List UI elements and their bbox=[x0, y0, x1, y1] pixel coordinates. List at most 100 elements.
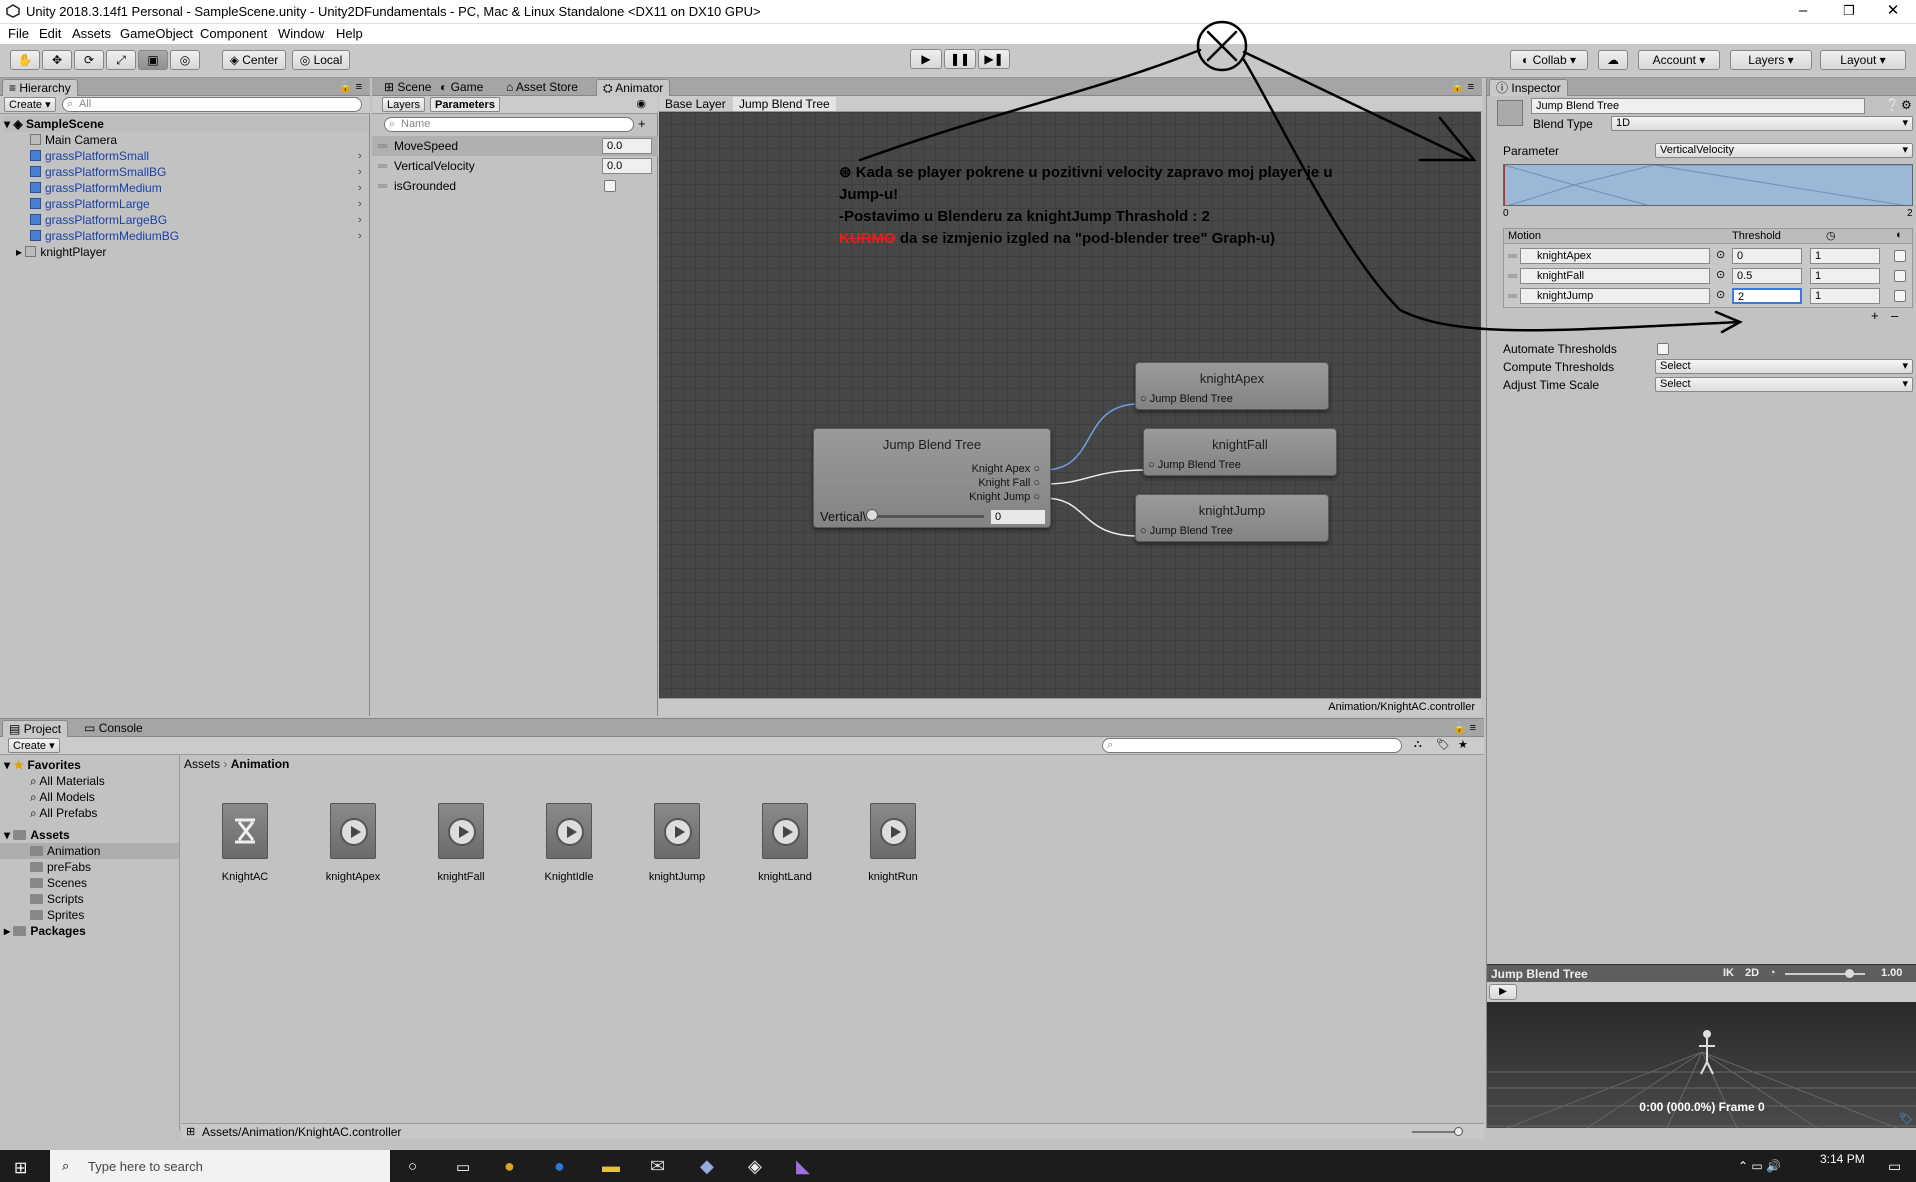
drag-handle-icon[interactable]: ═ bbox=[378, 158, 387, 173]
chrome-icon[interactable]: ● bbox=[504, 1156, 515, 1177]
hierarchy-item-prefab[interactable]: grassPlatformLarge bbox=[30, 196, 150, 212]
hierarchy-item-knight-player[interactable]: ▸ knightPlayer bbox=[16, 244, 106, 260]
mail-icon[interactable]: ✉ bbox=[650, 1156, 665, 1177]
object-picker-icon[interactable]: ⊙ bbox=[1716, 248, 1725, 261]
parameter-row[interactable]: ═ VerticalVelocity 0.0 bbox=[372, 156, 658, 176]
threshold-field[interactable]: 0 bbox=[1732, 248, 1802, 264]
menu-gameobject[interactable]: GameObject bbox=[120, 26, 193, 41]
pause-button[interactable]: ❚❚ bbox=[944, 49, 976, 69]
tab-game[interactable]: ◐ Game bbox=[434, 79, 489, 96]
hierarchy-item-prefab[interactable]: grassPlatformLargeBG bbox=[30, 212, 167, 228]
drag-handle-icon[interactable]: ═ bbox=[378, 178, 387, 193]
favorite-star-icon[interactable]: ★ bbox=[1458, 738, 1468, 751]
blend-tree-node[interactable]: Jump Blend Tree Knight Apex ○ Knight Fal… bbox=[813, 428, 1051, 528]
motion-node-knight-apex[interactable]: knightApex ○ Jump Blend Tree bbox=[1135, 362, 1329, 410]
app-icon[interactable]: ◆ bbox=[700, 1156, 714, 1177]
parameter-bool-checkbox[interactable] bbox=[604, 180, 616, 192]
mirror-checkbox[interactable] bbox=[1894, 250, 1906, 262]
threshold-field[interactable]: 2 bbox=[1732, 288, 1802, 304]
hierarchy-item-prefab[interactable]: grassPlatformSmallBG bbox=[30, 164, 166, 180]
scale-tool-icon[interactable]: ⤢ bbox=[106, 50, 136, 70]
collab-dropdown[interactable]: ◐ Collab ▾ bbox=[1510, 50, 1588, 70]
preview-play-button[interactable]: ▶ bbox=[1489, 984, 1517, 1000]
project-search-input[interactable]: ⌕ bbox=[1102, 738, 1402, 753]
tree-folder[interactable]: Sprites bbox=[30, 907, 84, 923]
motion-row[interactable]: ═ knightJump ⊙ 2 1 bbox=[1504, 288, 1912, 306]
help-icon[interactable]: ❔ bbox=[1885, 98, 1900, 112]
object-picker-icon[interactable]: ⊙ bbox=[1716, 268, 1725, 281]
filter-type-icon[interactable]: ⛬ bbox=[1414, 738, 1422, 751]
parameters-search-input[interactable]: ⌕ Name bbox=[384, 117, 634, 132]
hierarchy-item-main-camera[interactable]: Main Camera bbox=[30, 132, 117, 148]
rotate-tool-icon[interactable]: ⟳ bbox=[74, 50, 104, 70]
gear-icon[interactable]: ⚙ bbox=[1901, 98, 1912, 112]
hierarchy-item-prefab[interactable]: grassPlatformMediumBG bbox=[30, 228, 179, 244]
blend-slider-track[interactable] bbox=[872, 515, 984, 518]
remove-motion-button[interactable]: – bbox=[1891, 308, 1898, 323]
drag-handle-icon[interactable]: ═ bbox=[1508, 288, 1517, 303]
menu-help[interactable]: Help bbox=[336, 26, 363, 41]
close-button[interactable]: ✕ bbox=[1870, 0, 1916, 24]
layout-dropdown[interactable]: Layout ▾ bbox=[1820, 50, 1906, 70]
hand-tool-icon[interactable]: ✋ bbox=[10, 50, 40, 70]
breadcrumb-assets[interactable]: Assets bbox=[184, 757, 220, 771]
tree-folder[interactable]: Scripts bbox=[30, 891, 84, 907]
animator-graph[interactable]: ⊛ Kada se player pokrene u pozitivni vel… bbox=[659, 112, 1481, 698]
account-dropdown[interactable]: Account ▾ bbox=[1638, 50, 1720, 70]
panel-menu-icon[interactable]: 🔒 ≡ bbox=[339, 80, 362, 93]
visual-studio-icon[interactable]: ◣ bbox=[796, 1156, 810, 1177]
tree-fav-item[interactable]: ⌕ All Materials bbox=[30, 773, 105, 789]
threshold-field[interactable]: 0.5 bbox=[1732, 268, 1802, 284]
breadcrumb-base-layer[interactable]: Base Layer bbox=[665, 97, 726, 111]
parameter-dropdown[interactable]: VerticalVelocity ▾ bbox=[1655, 143, 1913, 158]
menu-assets[interactable]: Assets bbox=[72, 26, 111, 41]
speed-field[interactable]: 1 bbox=[1810, 248, 1880, 264]
task-view-icon[interactable]: ▭ bbox=[456, 1158, 470, 1176]
filter-label-icon[interactable]: 🏷 bbox=[1436, 738, 1450, 751]
tree-folder-animation[interactable]: Animation bbox=[0, 843, 179, 859]
file-explorer-icon[interactable]: ▬ bbox=[602, 1156, 620, 1177]
breadcrumb-jump-blend-tree[interactable]: Jump Blend Tree bbox=[733, 97, 836, 111]
menu-component[interactable]: Component bbox=[200, 26, 267, 41]
tree-fav-item[interactable]: ⌕ All Models bbox=[30, 789, 95, 805]
move-tool-icon[interactable]: ✥ bbox=[42, 50, 72, 70]
asset-animation-clip[interactable]: knightJump bbox=[632, 803, 722, 883]
tab-animator[interactable]: ⛭ Animator bbox=[596, 79, 671, 96]
menu-window[interactable]: Window bbox=[278, 26, 324, 41]
parameter-value-field[interactable]: 0.0 bbox=[602, 138, 652, 154]
object-picker-icon[interactable]: ⊙ bbox=[1716, 288, 1725, 301]
motion-field[interactable]: knightJump bbox=[1520, 288, 1710, 304]
asset-animation-clip[interactable]: knightApex bbox=[308, 803, 398, 883]
parameters-tab[interactable]: Parameters bbox=[430, 97, 500, 112]
add-motion-button[interactable]: + bbox=[1871, 308, 1879, 323]
motion-row[interactable]: ═ knightApex ⊙ 0 1 bbox=[1504, 248, 1912, 266]
asset-animation-clip[interactable]: knightLand bbox=[740, 803, 830, 883]
tab-project[interactable]: ▤ Project bbox=[2, 720, 69, 737]
motion-field[interactable]: knightFall bbox=[1520, 268, 1710, 284]
tab-inspector[interactable]: ⓘ Inspector bbox=[1489, 79, 1568, 96]
unity-taskbar-icon[interactable]: ◈ bbox=[748, 1156, 762, 1177]
hierarchy-item-prefab[interactable]: grassPlatformSmall bbox=[30, 148, 149, 164]
pivot-center-toggle[interactable]: ◈ Center bbox=[222, 50, 286, 70]
adjust-time-scale-dropdown[interactable]: Select ▾ bbox=[1655, 377, 1913, 392]
drag-handle-icon[interactable]: ═ bbox=[378, 138, 387, 153]
add-parameter-button[interactable]: + bbox=[638, 116, 646, 131]
compute-thresholds-dropdown[interactable]: Select ▾ bbox=[1655, 359, 1913, 374]
asset-animation-clip[interactable]: KnightIdle bbox=[524, 803, 614, 883]
hierarchy-item-prefab[interactable]: grassPlatformMedium bbox=[30, 180, 162, 196]
transform-tool-icon[interactable]: ◎ bbox=[170, 50, 200, 70]
tab-scene[interactable]: ⊞ Scene bbox=[378, 79, 437, 96]
cortana-icon[interactable]: ○ bbox=[408, 1158, 417, 1175]
tree-packages[interactable]: ▸ Packages bbox=[4, 923, 86, 939]
layers-dropdown[interactable]: Layers ▾ bbox=[1730, 50, 1812, 70]
blend-range-graph[interactable] bbox=[1503, 164, 1913, 206]
motion-node-knight-jump[interactable]: knightJump ○ Jump Blend Tree bbox=[1135, 494, 1329, 542]
drag-handle-icon[interactable]: ═ bbox=[1508, 268, 1517, 283]
tab-asset-store[interactable]: ⌂ Asset Store bbox=[500, 79, 584, 96]
preview-2d-toggle[interactable]: 2D bbox=[1745, 967, 1759, 979]
menu-file[interactable]: File bbox=[8, 26, 29, 41]
rect-tool-icon[interactable]: ▣ bbox=[138, 50, 168, 70]
tree-assets[interactable]: ▾ Assets bbox=[4, 827, 70, 843]
menu-edit[interactable]: Edit bbox=[39, 26, 61, 41]
asset-animator-controller[interactable]: KnightAC bbox=[200, 803, 290, 883]
